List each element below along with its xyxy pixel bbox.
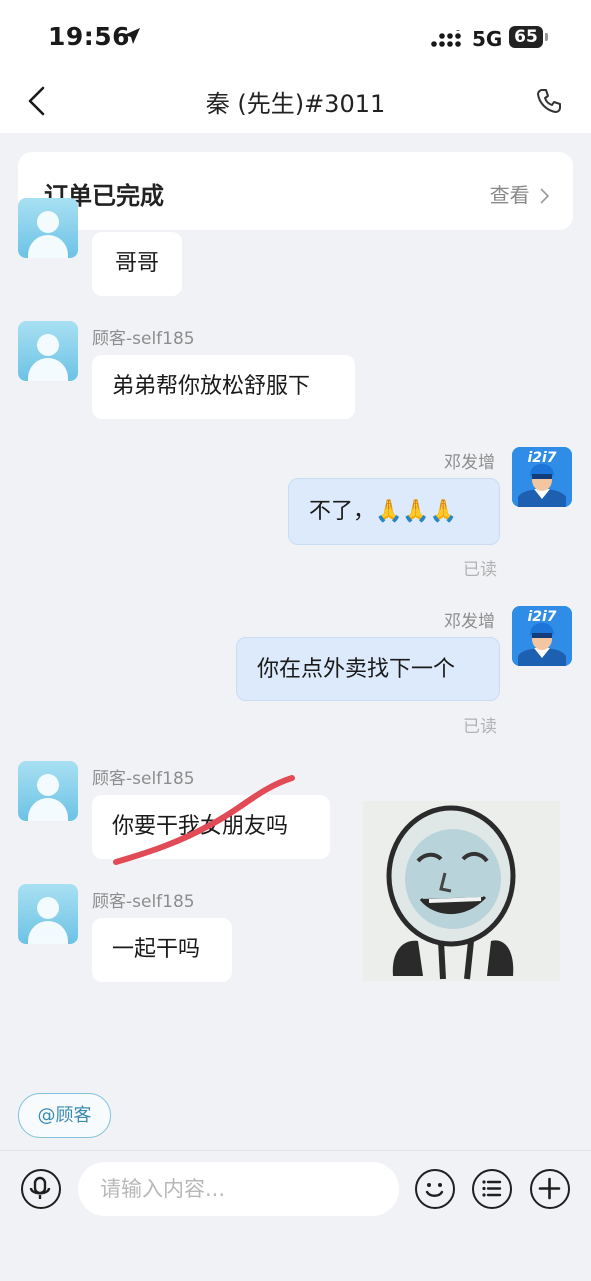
mention-customer-button[interactable]: @顾客	[18, 1093, 111, 1138]
location-arrow-icon	[122, 26, 142, 50]
network-type: 5G	[472, 27, 503, 51]
rider-avatar[interactable]: i2i7	[512, 606, 572, 666]
battery-tip	[545, 33, 548, 41]
customer-avatar[interactable]	[18, 884, 78, 944]
view-order-label: 查看	[489, 183, 530, 207]
rider-logo-text: i2i7	[527, 609, 556, 625]
voice-icon[interactable]	[21, 1169, 61, 1209]
battery-indicator: 65	[509, 26, 543, 48]
back-icon[interactable]	[26, 86, 48, 120]
add-icon[interactable]	[530, 1169, 570, 1209]
sender-name: 顾客-self185	[92, 892, 195, 912]
signal-icon	[431, 25, 463, 52]
message-bubble: 你在点外卖找下一个	[236, 637, 500, 701]
sender-name: 顾客-self185	[92, 329, 195, 349]
rider-logo-text: i2i7	[527, 450, 556, 466]
customer-avatar[interactable]	[18, 321, 78, 381]
rider-avatar[interactable]: i2i7	[512, 447, 572, 507]
meme-image[interactable]	[363, 801, 560, 981]
message-bubble: 不了，🙏🙏🙏	[288, 478, 500, 545]
message-bubble: 哥哥	[92, 232, 182, 296]
message-bubble: 弟弟帮你放松舒服下	[92, 355, 355, 419]
message-bubble: 一起干吗	[92, 918, 232, 982]
message-input[interactable]	[78, 1162, 399, 1216]
view-order-link[interactable]: 查看	[489, 179, 550, 209]
red-scribble-annotation	[113, 775, 295, 865]
sender-name: 邓发增	[444, 453, 495, 473]
menu-list-icon[interactable]	[472, 1169, 512, 1209]
read-status: 已读	[463, 560, 497, 580]
order-card[interactable]: 订单已完成 查看	[18, 152, 573, 230]
emoji-icon[interactable]	[415, 1169, 455, 1209]
page-title: 秦 (先生)#3011	[205, 90, 386, 118]
sender-name: 邓发增	[444, 612, 495, 632]
read-status: 已读	[463, 717, 497, 737]
customer-avatar[interactable]	[18, 198, 78, 258]
customer-avatar[interactable]	[18, 761, 78, 821]
phone-icon[interactable]	[536, 88, 562, 118]
chevron-right-icon	[540, 185, 550, 209]
status-time: 19:56	[48, 22, 131, 51]
